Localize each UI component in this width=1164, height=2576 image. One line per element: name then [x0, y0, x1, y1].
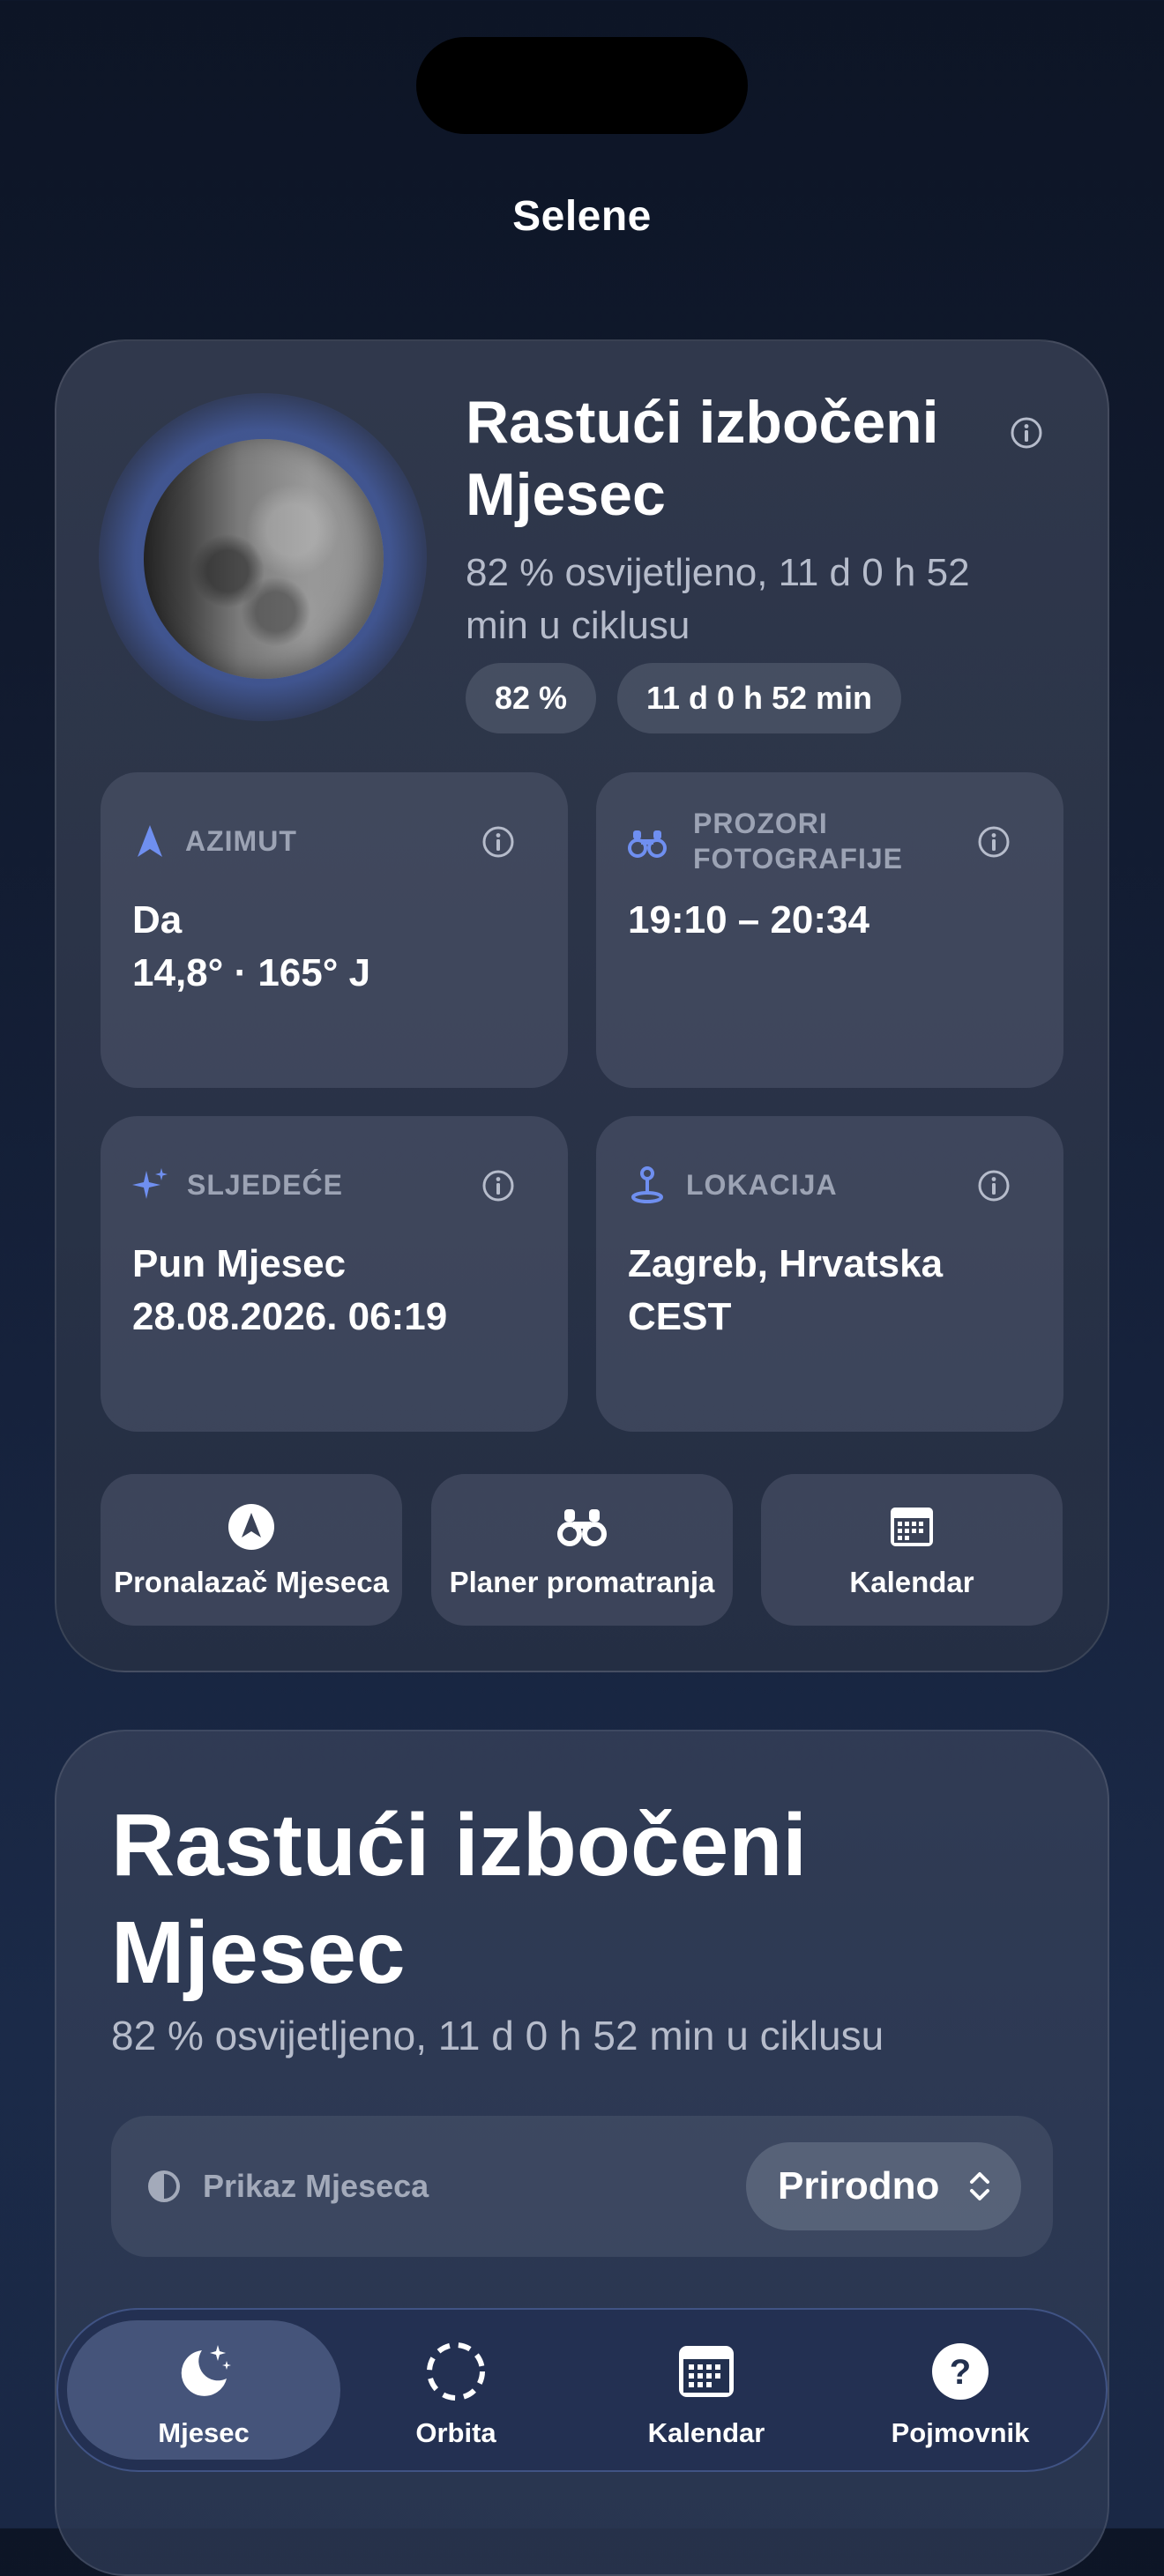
- location-city: Zagreb, Hrvatska: [628, 1242, 944, 1285]
- tab-glossary-label: Pojmovnik: [891, 2417, 1030, 2448]
- cycle-age-chip: 11 d 0 h 52 min: [617, 663, 901, 733]
- calendar-icon: [891, 1508, 933, 1546]
- tab-orbit-label: Orbita: [415, 2417, 496, 2448]
- location-timezone: CEST: [628, 1295, 732, 1338]
- illumination-chip: 82 %: [466, 663, 596, 733]
- next-phase-label: SLJEDEĆE: [187, 1169, 343, 1201]
- tab-calendar-label: Kalendar: [647, 2417, 765, 2448]
- binoculars-icon: [628, 830, 667, 858]
- photo-windows-label-line2: FOTOGRAFIJE: [693, 843, 903, 875]
- observation-planner-button[interactable]: Planer promatranja: [431, 1474, 733, 1626]
- azimuth-visible-value: Da: [132, 898, 183, 942]
- calendar-icon: [679, 2346, 734, 2397]
- sparkle-icon: [132, 1168, 168, 1199]
- moon-view-value: Prirodno: [778, 2164, 940, 2207]
- tab-moon[interactable]: Mjesec: [67, 2320, 340, 2460]
- half-circle-icon: [148, 2170, 180, 2202]
- tab-calendar[interactable]: Kalendar: [570, 2320, 843, 2460]
- next-phase-name: Pun Mjesec: [132, 1242, 347, 1285]
- svg-text:?: ?: [950, 2353, 971, 2392]
- binoculars-icon: [557, 1509, 607, 1546]
- chevron-up-down-icon: [970, 2172, 989, 2200]
- phase-title: Rastući izbočeni Mjesec: [466, 389, 939, 528]
- observation-planner-label: Planer promatranja: [449, 1566, 715, 1598]
- location-arrow-icon: [138, 825, 162, 857]
- info-icon[interactable]: [481, 1169, 515, 1202]
- tab-orbit[interactable]: Orbita: [319, 2320, 593, 2460]
- calendar-label: Kalendar: [849, 1566, 974, 1598]
- photo-windows-value: 19:10 – 20:34: [628, 898, 869, 942]
- phase-subtitle: 82 % osvijetljeno, 11 d 0 h 52 min u cik…: [466, 551, 970, 647]
- info-icon[interactable]: [481, 825, 515, 859]
- info-icon[interactable]: [977, 825, 1011, 859]
- dynamic-island: [416, 37, 748, 134]
- moon-image: [144, 439, 384, 679]
- detail-phase-title: Rastući izbočeni Mjesec: [111, 1796, 808, 2002]
- orbit-icon: [427, 2342, 485, 2401]
- azimuth-angle-value: 14,8° · 165° J: [132, 951, 371, 994]
- question-icon: ?: [932, 2343, 989, 2400]
- moon-finder-label: Pronalazač Mjeseca: [114, 1566, 389, 1598]
- app-title: Selene: [512, 193, 652, 240]
- moon-view-row: Prikaz Mjeseca Prirodno: [111, 2116, 1053, 2257]
- detail-phase-subtitle: 82 % osvijetljeno, 11 d 0 h 52 min u cik…: [111, 2013, 884, 2059]
- azimuth-label: AZIMUT: [185, 825, 297, 857]
- calendar-button[interactable]: Kalendar: [761, 1474, 1063, 1626]
- tab-moon-label: Mjesec: [158, 2417, 250, 2448]
- location-label: LOKACIJA: [686, 1169, 838, 1201]
- moon-stars-icon: [181, 2345, 231, 2396]
- next-phase-datetime: 28.08.2026. 06:19: [132, 1295, 448, 1338]
- info-icon[interactable]: [1010, 416, 1043, 450]
- moon-finder-button[interactable]: Pronalazač Mjeseca: [101, 1474, 402, 1626]
- moon-view-label: Prikaz Mjeseca: [203, 2168, 429, 2204]
- moon-view-select[interactable]: Prirodno: [746, 2142, 1021, 2230]
- location-pin-icon: [631, 1166, 663, 1203]
- info-icon[interactable]: [977, 1169, 1011, 1202]
- compass-arrow-icon: [228, 1504, 274, 1550]
- photo-windows-label-line1: PROZORI: [693, 808, 828, 839]
- tab-glossary[interactable]: ? Pojmovnik: [824, 2320, 1097, 2460]
